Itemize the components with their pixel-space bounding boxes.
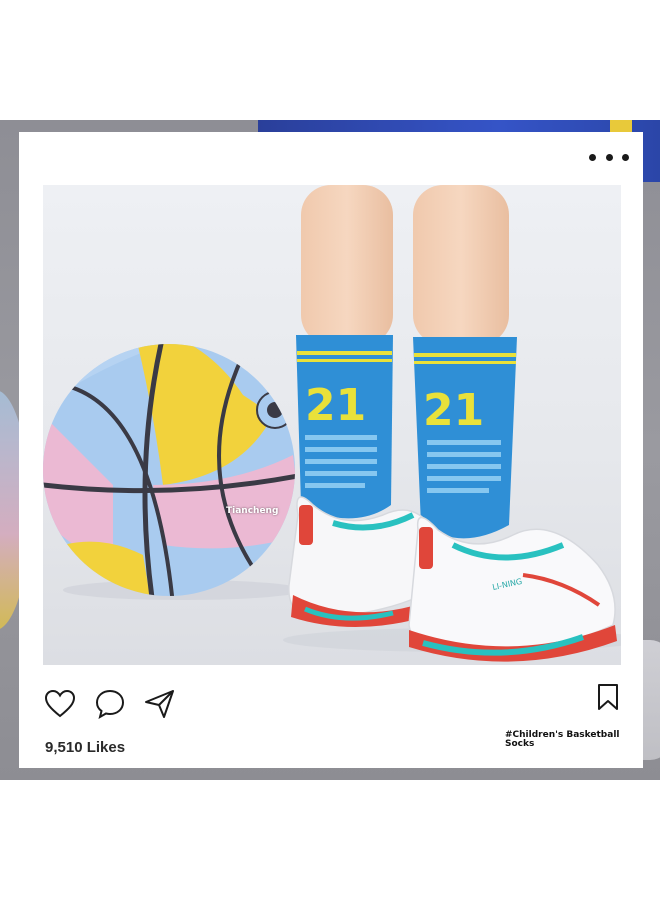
product-photo: 21 21 LI-NING (43, 185, 621, 662)
post-image[interactable]: 21 21 LI-NING Tiancheng (43, 185, 621, 665)
likes-count[interactable]: 9,510 Likes (45, 739, 125, 756)
more-options-icon (622, 153, 629, 161)
send-icon (145, 690, 174, 718)
more-options-button[interactable] (589, 146, 629, 168)
right-shoe: LI-NING (408, 516, 617, 662)
comment-icon (95, 689, 125, 720)
share-button[interactable] (143, 687, 177, 721)
more-options-icon (605, 153, 613, 161)
bookmark-icon (598, 684, 618, 710)
svg-text:21: 21 (423, 385, 484, 436)
save-button[interactable] (595, 682, 621, 712)
left-sock: 21 (296, 335, 393, 519)
post-card: 21 21 LI-NING Tiancheng 9,510 Likes #Chi… (19, 132, 643, 768)
right-sock: 21 (413, 337, 517, 539)
basketball (43, 344, 295, 596)
comment-button[interactable] (93, 687, 127, 721)
post-actions (43, 687, 177, 721)
right-leg (413, 185, 509, 345)
svg-text:21: 21 (305, 380, 366, 431)
more-options-icon (589, 153, 596, 161)
heart-icon (44, 689, 76, 718)
post-caption: #Children's Basketball Socks (505, 730, 620, 749)
left-leg (301, 185, 393, 345)
like-button[interactable] (43, 687, 77, 721)
watermark-label: Tiancheng (226, 506, 279, 516)
